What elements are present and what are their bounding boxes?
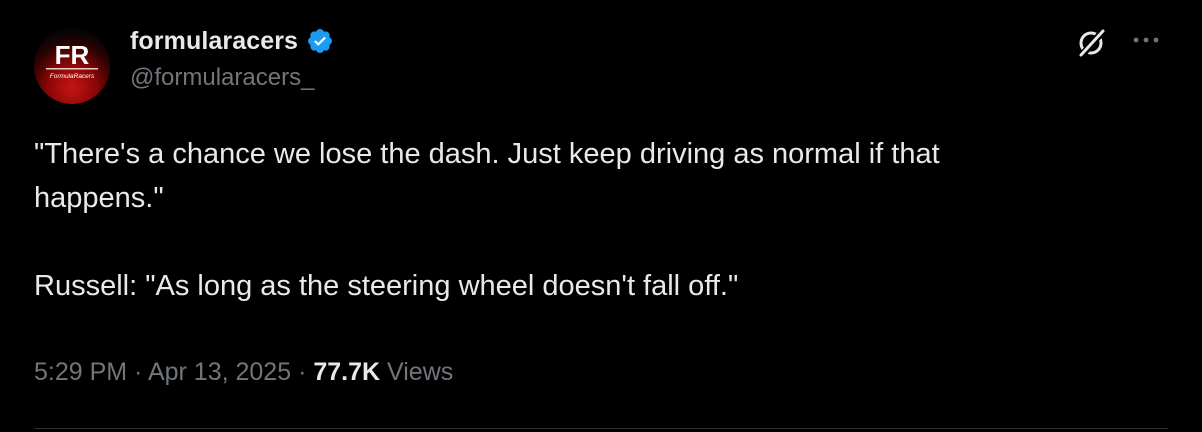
- tweet-time[interactable]: 5:29 PM: [34, 358, 127, 386]
- meta-separator: ·: [291, 358, 314, 386]
- tweet-text: "There's a chance we lose the dash. Just…: [34, 132, 1154, 308]
- tweet-card: FR FormulaRacers formularacers @formular…: [0, 0, 1202, 432]
- tweet-line-1: "There's a chance we lose the dash. Just…: [34, 138, 940, 170]
- verified-badge-icon[interactable]: [306, 27, 334, 55]
- author-name-row: formularacers: [130, 24, 334, 58]
- divider: [34, 428, 1168, 429]
- views-label: Views: [387, 358, 454, 386]
- user-handle[interactable]: @formularacers_: [130, 64, 314, 92]
- tweet-line-3: [34, 220, 1154, 264]
- tweet-line-2: happens.": [34, 182, 164, 214]
- views-count: 77.7K: [313, 358, 381, 386]
- avatar-logo: FR FormulaRacers: [46, 40, 98, 80]
- tweet-line-4: Russell: "As long as the steering wheel …: [34, 270, 739, 302]
- avatar-monogram: FR: [55, 40, 90, 70]
- more-options-icon[interactable]: [1130, 28, 1162, 52]
- grok-icon[interactable]: [1074, 26, 1108, 60]
- tweet-date[interactable]: Apr 13, 2025: [148, 358, 291, 386]
- avatar[interactable]: FR FormulaRacers: [34, 28, 110, 104]
- display-name[interactable]: formularacers: [130, 27, 298, 56]
- meta-separator: ·: [127, 358, 148, 386]
- avatar-subtitle: FormulaRacers: [50, 73, 95, 80]
- tweet-meta: 5:29 PM · Apr 13, 2025 · 77.7K Views: [34, 358, 453, 387]
